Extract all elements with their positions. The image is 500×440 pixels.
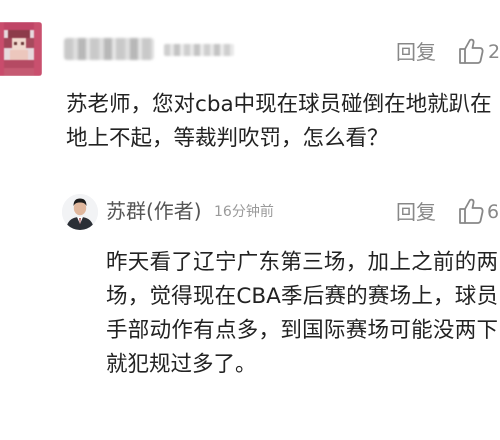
thumbs-up-outline-icon (459, 198, 484, 224)
commenter-avatar[interactable] (0, 22, 42, 76)
blurred-username (64, 38, 154, 60)
reply-button[interactable]: 回复 (396, 40, 436, 64)
comment-thread: 回复 2 苏老师，您对cba中现在球员碰倒在地就趴在地上不起，等裁判吹罚，怎么看… (0, 0, 500, 440)
like-count: 2 (488, 41, 500, 63)
pixelated-avatar-icon (0, 22, 42, 76)
reply-body: 昨天看了辽宁广东第三场，加上之前的两场，觉得现在CBA季后赛的赛场上，球员手部动… (106, 250, 498, 377)
thumbs-up-outline-icon (459, 38, 484, 64)
author-photo-icon (62, 194, 98, 230)
blurred-meta (164, 44, 234, 56)
comment-body: 苏老师，您对cba中现在球员碰倒在地就趴在地上不起，等裁判吹罚，怎么看？ (66, 92, 492, 151)
like-count: 6 (487, 201, 500, 223)
reply-button[interactable]: 回复 (396, 200, 436, 224)
like-button[interactable] (458, 197, 484, 225)
author-avatar[interactable] (62, 194, 98, 230)
reply-timestamp: 16分钟前 (214, 204, 274, 220)
author-name[interactable]: 苏群(作者) (106, 198, 202, 224)
like-button[interactable] (458, 37, 484, 65)
